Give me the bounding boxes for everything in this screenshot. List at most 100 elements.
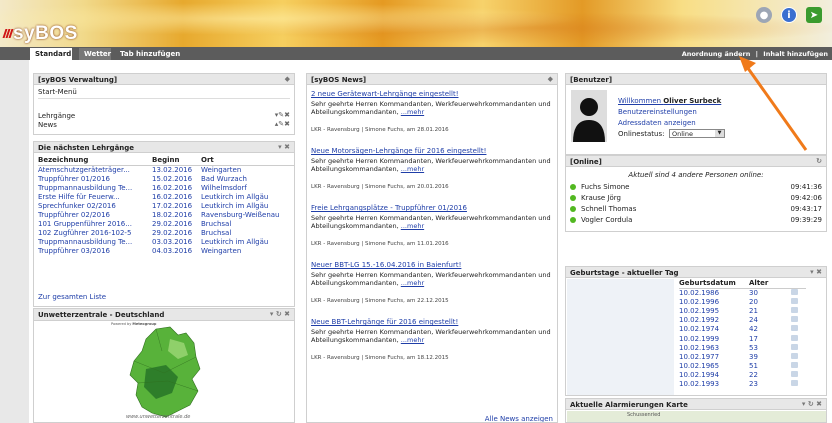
age: 51 <box>749 362 758 371</box>
edit-icons[interactable]: ▾✎✖ <box>275 111 290 119</box>
read-more-link[interactable]: ...mehr <box>401 336 424 344</box>
mail-icon[interactable] <box>791 306 806 315</box>
table-row[interactable]: Truppführer 01/2016 15.02.2016 Bad Wurzach <box>38 174 294 183</box>
news-body: Sehr geehrte Herren Kommandanten, Werkfe… <box>311 100 555 116</box>
all-news-link[interactable]: Alle News anzeigen <box>485 415 553 422</box>
course-name[interactable]: 102 Zugführer 2016-102-5 <box>38 228 152 237</box>
news-headline[interactable]: Freie Lehrgangsplätze - Truppführer 01/2… <box>311 204 467 212</box>
age: 22 <box>749 371 758 380</box>
course-name[interactable]: Truppführer 03/2016 <box>38 246 152 255</box>
course-name[interactable]: 101 Gruppenführer 2016... <box>38 219 152 228</box>
panel-controls-icon[interactable]: ▾ ✖ <box>278 143 290 151</box>
mail-icon[interactable] <box>791 371 806 380</box>
table-row[interactable]: Truppmannausbildung Te... 03.03.2016 Leutk… <box>38 237 294 246</box>
news-headline[interactable]: Neue BBT-Lehrgänge für 2016 eingestellt! <box>311 318 458 326</box>
birth-date: 10.02.1995 <box>679 306 720 315</box>
table-row[interactable]: Truppführer 03/2016 04.03.2016 Weingarten <box>38 246 294 255</box>
panel-controls-icon[interactable]: ▾ ↻ ✖ <box>270 310 290 318</box>
people-icon[interactable]: ● <box>756 7 772 23</box>
envelope-icon[interactable] <box>791 297 798 304</box>
tab-standard[interactable]: Standard <box>30 48 72 60</box>
mail-icon[interactable] <box>791 380 806 389</box>
read-more-link[interactable]: ...mehr <box>401 222 424 230</box>
all-courses-link[interactable]: Zur gesamten Liste <box>38 293 106 301</box>
table-row[interactable]: 102 Zugführer 2016-102-5 29.02.2016 Bruchs… <box>38 228 294 237</box>
envelope-icon[interactable] <box>791 306 798 313</box>
col-alter[interactable]: Alter <box>749 279 791 289</box>
mail-icon[interactable] <box>791 352 806 361</box>
mail-icon[interactable] <box>791 288 806 297</box>
tab-add-button[interactable]: Tab hinzufügen <box>115 48 185 60</box>
online-status-select[interactable]: Online ▼ <box>669 129 725 138</box>
course-name[interactable]: Truppmannausbildung Te... <box>38 183 152 192</box>
list-item[interactable]: Krause Jörg 09:42:06 <box>566 194 826 204</box>
news-headline[interactable]: Neuer BBT-LG 15.-16.04.2016 in Baienfurt… <box>311 261 461 269</box>
course-name[interactable]: Sprechfunker 02/2016 <box>38 201 152 210</box>
read-more-link[interactable]: ...mehr <box>401 279 424 287</box>
alarm-map[interactable]: Schussenried <box>567 411 826 422</box>
list-item[interactable]: Vogler Cordula 09:39:29 <box>566 216 826 226</box>
start-menu-link[interactable]: Start-Menü <box>38 88 77 96</box>
envelope-icon[interactable] <box>791 334 798 341</box>
weather-map[interactable]: Powered by Meteogroup www.unwetterzentra… <box>108 321 220 422</box>
edit-icons[interactable]: ▴✎✖ <box>275 120 290 128</box>
course-name[interactable]: Atemschutzgeräteträger... <box>38 165 152 174</box>
layout-actions: Anordnung ändern | Inhalt hinzufügen <box>679 50 828 58</box>
app-logo[interactable]: syBOS <box>13 23 78 45</box>
course-name[interactable]: Truppmannausbildung Te... <box>38 237 152 246</box>
address-link[interactable]: Adressdaten anzeigen <box>618 119 696 127</box>
course-name[interactable]: Truppführer 01/2016 <box>38 174 152 183</box>
col-beginn[interactable]: Beginn <box>152 155 201 166</box>
collapse-icon[interactable]: ◆ <box>285 75 290 83</box>
mail-icon[interactable] <box>791 316 806 325</box>
refresh-icon[interactable]: ↻ <box>816 157 822 165</box>
lehrgaenge-link[interactable]: Lehrgänge <box>38 112 75 120</box>
lehrgaenge-panel: Die nächsten Lehrgänge ▾ ✖ Bezeichnung Be… <box>33 141 295 307</box>
logout-icon[interactable]: ➤ <box>806 7 822 23</box>
info-icon[interactable]: i <box>781 7 797 23</box>
col-bezeichnung[interactable]: Bezeichnung <box>38 155 152 166</box>
envelope-icon[interactable] <box>791 362 798 369</box>
mail-icon[interactable] <box>791 334 806 343</box>
user-settings-link[interactable]: Benutzereinstellungen <box>618 108 697 116</box>
mail-icon[interactable] <box>791 297 806 306</box>
table-row[interactable]: Truppmannausbildung Te... 16.02.2016 Wilhe… <box>38 183 294 192</box>
col-ort[interactable]: Ort <box>201 155 294 166</box>
table-row[interactable]: Atemschutzgeräteträger... 13.02.2016 Weing… <box>38 165 294 174</box>
add-content-button[interactable]: Inhalt hinzufügen <box>763 50 828 58</box>
col-geburtsdatum[interactable]: Geburtsdatum <box>679 279 749 289</box>
read-more-link[interactable]: ...mehr <box>401 108 424 116</box>
table-row[interactable]: Sprechfunker 02/2016 17.02.2016 Leutkirch … <box>38 201 294 210</box>
envelope-icon[interactable] <box>791 371 798 378</box>
envelope-icon[interactable] <box>791 343 798 350</box>
course-name[interactable]: Truppführer 02/2016 <box>38 210 152 219</box>
mail-icon[interactable] <box>791 325 806 334</box>
panel-controls-icon[interactable]: ◆ <box>548 75 553 83</box>
mail-icon[interactable] <box>791 343 806 352</box>
news-headline[interactable]: Neue Motorsägen-Lehrgänge für 2016 einge… <box>311 147 486 155</box>
table-row: 10.02.1986 30 <box>679 288 806 297</box>
panel-controls-icon[interactable]: ▾ ↻ ✖ <box>802 400 822 408</box>
envelope-icon[interactable] <box>791 352 798 359</box>
news-headline[interactable]: 2 neue Gerätewart-Lehrgänge eingestellt! <box>311 90 459 98</box>
powered-brand: Meteogroup <box>132 322 157 326</box>
chevron-down-icon[interactable]: ▼ <box>715 130 724 137</box>
read-more-link[interactable]: ...mehr <box>401 165 424 173</box>
news-link[interactable]: News <box>38 121 57 129</box>
tab-wetter[interactable]: Wetter <box>79 48 111 60</box>
panel-controls-icon[interactable]: ▾ ✖ <box>810 268 822 276</box>
envelope-icon[interactable] <box>791 316 798 323</box>
mail-icon[interactable] <box>791 362 806 371</box>
course-name[interactable]: Erste Hilfe für Feuerw... <box>38 192 152 201</box>
envelope-icon[interactable] <box>791 288 798 295</box>
list-item[interactable]: Fuchs Simone 09:41:36 <box>566 183 826 193</box>
envelope-icon[interactable] <box>791 380 798 387</box>
welcome-line[interactable]: Willkommen Oliver Surbeck <box>618 97 721 105</box>
table-row[interactable]: Truppführer 02/2016 18.02.2016 Ravensburg-… <box>38 210 294 219</box>
table-row[interactable]: 101 Gruppenführer 2016... 29.02.2016 Bruch… <box>38 219 294 228</box>
arrange-button[interactable]: Anordnung ändern <box>682 50 751 58</box>
envelope-icon[interactable] <box>791 325 798 332</box>
table-row[interactable]: Erste Hilfe für Feuerw... 16.02.2016 Leutk… <box>38 192 294 201</box>
list-item[interactable]: Schnell Thomas 09:43:17 <box>566 205 826 215</box>
table-row: 10.02.1992 24 <box>679 316 806 325</box>
